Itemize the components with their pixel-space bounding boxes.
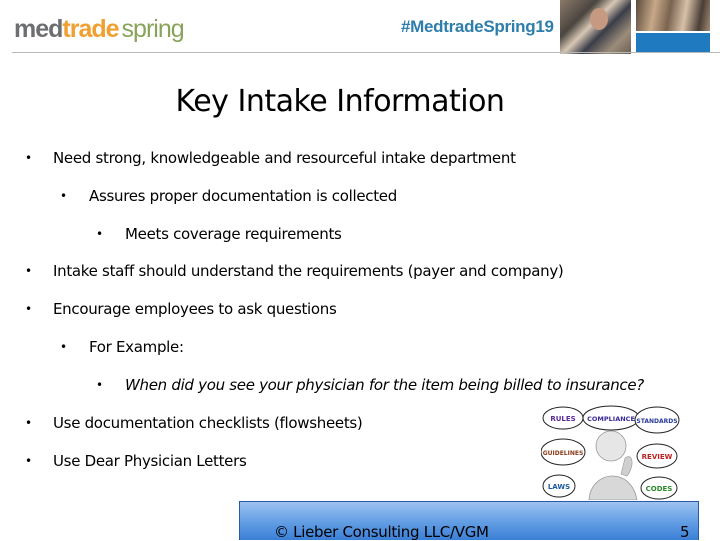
header-divider — [12, 52, 720, 53]
bullet-item: • Meets coverage requirements — [96, 225, 342, 243]
bullet-text: Use Dear Physician Letters — [53, 452, 247, 470]
word-codes: CODES — [646, 485, 673, 493]
bullet-text: Encourage employees to ask questions — [53, 300, 337, 318]
bullet-dot: • — [25, 302, 32, 316]
bullet-text: Meets coverage requirements — [125, 225, 342, 243]
bullet-dot: • — [25, 454, 32, 468]
bullet-text: Assures proper documentation is collecte… — [89, 187, 397, 205]
bullet-item: • For Example: — [60, 338, 184, 356]
word-review: REVIEW — [642, 453, 673, 461]
bullet-dot: • — [60, 340, 67, 354]
word-guidelines: GUIDELINES — [543, 450, 584, 457]
medtrade-spring-logo: medtrade spring — [14, 14, 185, 44]
footer-copyright: © Lieber Consulting LLC/VGM — [274, 523, 489, 541]
bullet-item: • Intake staff should understand the requ… — [25, 262, 564, 280]
compliance-thinking-graphic: RULES COMPLIANCE STANDARDS GUIDELINES RE… — [541, 405, 680, 500]
bullet-dot: • — [96, 378, 103, 392]
bullet-dot: • — [96, 227, 103, 241]
header-banner: medtrade spring #MedtradeSpring19 — [0, 0, 720, 54]
footer-bar: © Lieber Consulting LLC/VGM 5 — [239, 501, 699, 541]
bullet-item: • Use documentation checklists (flowsheet… — [25, 414, 363, 432]
logo-spring: spring — [121, 15, 185, 43]
logo-trade: trade — [62, 15, 119, 43]
slide-number: 5 — [680, 523, 690, 541]
bullet-item: • Need strong, knowledgeable and resource… — [25, 149, 516, 167]
bullet-dot: • — [25, 264, 32, 278]
bullet-item: • Encourage employees to ask questions — [25, 300, 337, 318]
audience-photo-2 — [636, 0, 710, 31]
bullet-text: Intake staff should understand the requi… — [53, 262, 564, 280]
bullet-dot: • — [25, 416, 32, 430]
bullet-dot: • — [60, 189, 67, 203]
bullet-text: For Example: — [89, 338, 184, 356]
audience-photo-1 — [560, 0, 631, 54]
word-standards: STANDARDS — [636, 418, 677, 425]
word-rules: RULES — [550, 415, 575, 423]
thinking-figure — [588, 430, 638, 500]
accent-block — [636, 33, 710, 53]
logo-med: med — [14, 15, 63, 43]
bullet-text: Use documentation checklists (flowsheets… — [53, 414, 363, 432]
bullet-dot: • — [25, 151, 32, 165]
word-laws: LAWS — [548, 483, 570, 491]
word-compliance: COMPLIANCE — [587, 415, 635, 423]
bullet-item: • Assures proper documentation is collect… — [60, 187, 397, 205]
bullet-item: • Use Dear Physician Letters — [25, 452, 247, 470]
bullet-item: • When did you see your physician for the… — [96, 376, 644, 394]
bullet-text: Need strong, knowledgeable and resourcef… — [53, 149, 516, 167]
event-hashtag: #MedtradeSpring19 — [401, 17, 554, 36]
bullet-text: When did you see your physician for the … — [125, 376, 644, 394]
slide-title: Key Intake Information — [175, 84, 505, 119]
